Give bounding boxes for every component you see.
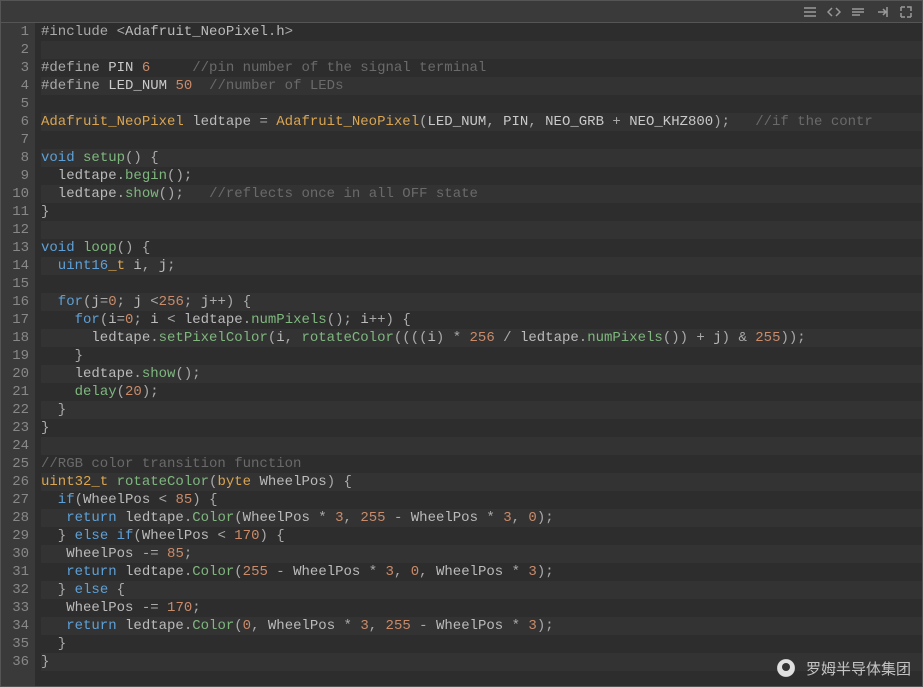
- line-number: 32: [1, 581, 29, 599]
- line-number-gutter: 1234567891011121314151617181920212223242…: [1, 23, 35, 686]
- line-number: 2: [1, 41, 29, 59]
- code-line[interactable]: WheelPos -= 170;: [41, 599, 922, 617]
- code-icon[interactable]: [826, 4, 842, 20]
- line-number: 34: [1, 617, 29, 635]
- code-line[interactable]: }: [41, 653, 922, 671]
- code-line[interactable]: }: [41, 419, 922, 437]
- line-number: 18: [1, 329, 29, 347]
- code-line[interactable]: }: [41, 401, 922, 419]
- line-number: 4: [1, 77, 29, 95]
- code-line[interactable]: ledtape.setPixelColor(i, rotateColor((((…: [41, 329, 922, 347]
- line-number: 1: [1, 23, 29, 41]
- line-number: 25: [1, 455, 29, 473]
- expand-icon[interactable]: [898, 4, 914, 20]
- code-line[interactable]: [41, 437, 922, 455]
- line-number: 15: [1, 275, 29, 293]
- code-line[interactable]: uint16_t i, j;: [41, 257, 922, 275]
- code-line[interactable]: [41, 275, 922, 293]
- line-number: 26: [1, 473, 29, 491]
- code-line[interactable]: for(i=0; i < ledtape.numPixels(); i++) {: [41, 311, 922, 329]
- code-line[interactable]: [41, 221, 922, 239]
- line-number: 24: [1, 437, 29, 455]
- line-number: 16: [1, 293, 29, 311]
- code-line[interactable]: [41, 41, 922, 59]
- line-number: 9: [1, 167, 29, 185]
- code-line[interactable]: //RGB color transition function: [41, 455, 922, 473]
- code-line[interactable]: [41, 95, 922, 113]
- code-line[interactable]: }: [41, 203, 922, 221]
- editor-toolbar: [1, 1, 922, 23]
- code-line[interactable]: } else if(WheelPos < 170) {: [41, 527, 922, 545]
- line-number: 10: [1, 185, 29, 203]
- code-line[interactable]: for(j=0; j <256; j++) {: [41, 293, 922, 311]
- line-number: 14: [1, 257, 29, 275]
- menu-icon[interactable]: [802, 4, 818, 20]
- code-line[interactable]: ledtape.show();: [41, 365, 922, 383]
- line-number: 11: [1, 203, 29, 221]
- code-line[interactable]: ledtape.begin();: [41, 167, 922, 185]
- code-line[interactable]: delay(20);: [41, 383, 922, 401]
- line-number: 13: [1, 239, 29, 257]
- line-number: 28: [1, 509, 29, 527]
- code-line[interactable]: return ledtape.Color(255 - WheelPos * 3,…: [41, 563, 922, 581]
- code-line[interactable]: }: [41, 347, 922, 365]
- line-number: 7: [1, 131, 29, 149]
- code-line[interactable]: [41, 131, 922, 149]
- code-area[interactable]: 1234567891011121314151617181920212223242…: [1, 23, 922, 686]
- line-number: 33: [1, 599, 29, 617]
- line-number: 29: [1, 527, 29, 545]
- line-number: 35: [1, 635, 29, 653]
- line-number: 27: [1, 491, 29, 509]
- editor-container: 1234567891011121314151617181920212223242…: [0, 0, 923, 687]
- code-line[interactable]: uint32_t rotateColor(byte WheelPos) {: [41, 473, 922, 491]
- code-line[interactable]: ledtape.show(); //reflects once in all O…: [41, 185, 922, 203]
- line-number: 8: [1, 149, 29, 167]
- code-line[interactable]: #define LED_NUM 50 //number of LEDs: [41, 77, 922, 95]
- line-number: 36: [1, 653, 29, 671]
- code-line[interactable]: }: [41, 635, 922, 653]
- line-number: 17: [1, 311, 29, 329]
- line-number: 6: [1, 113, 29, 131]
- line-number: 5: [1, 95, 29, 113]
- line-number: 31: [1, 563, 29, 581]
- line-number: 3: [1, 59, 29, 77]
- line-number: 19: [1, 347, 29, 365]
- code-line[interactable]: #define PIN 6 //pin number of the signal…: [41, 59, 922, 77]
- code-line[interactable]: #include <Adafruit_NeoPixel.h>: [41, 23, 922, 41]
- code-line[interactable]: Adafruit_NeoPixel ledtape = Adafruit_Neo…: [41, 113, 922, 131]
- code-line[interactable]: void loop() {: [41, 239, 922, 257]
- line-number: 21: [1, 383, 29, 401]
- line-number: 30: [1, 545, 29, 563]
- code-content[interactable]: #include <Adafruit_NeoPixel.h> #define PI…: [35, 23, 922, 686]
- export-icon[interactable]: [874, 4, 890, 20]
- code-line[interactable]: void setup() {: [41, 149, 922, 167]
- code-line[interactable]: return ledtape.Color(0, WheelPos * 3, 25…: [41, 617, 922, 635]
- line-number: 12: [1, 221, 29, 239]
- line-number: 20: [1, 365, 29, 383]
- code-line[interactable]: return ledtape.Color(WheelPos * 3, 255 -…: [41, 509, 922, 527]
- code-line[interactable]: WheelPos -= 85;: [41, 545, 922, 563]
- wrap-icon[interactable]: [850, 4, 866, 20]
- line-number: 23: [1, 419, 29, 437]
- line-number: 22: [1, 401, 29, 419]
- code-line[interactable]: } else {: [41, 581, 922, 599]
- code-line[interactable]: if(WheelPos < 85) {: [41, 491, 922, 509]
